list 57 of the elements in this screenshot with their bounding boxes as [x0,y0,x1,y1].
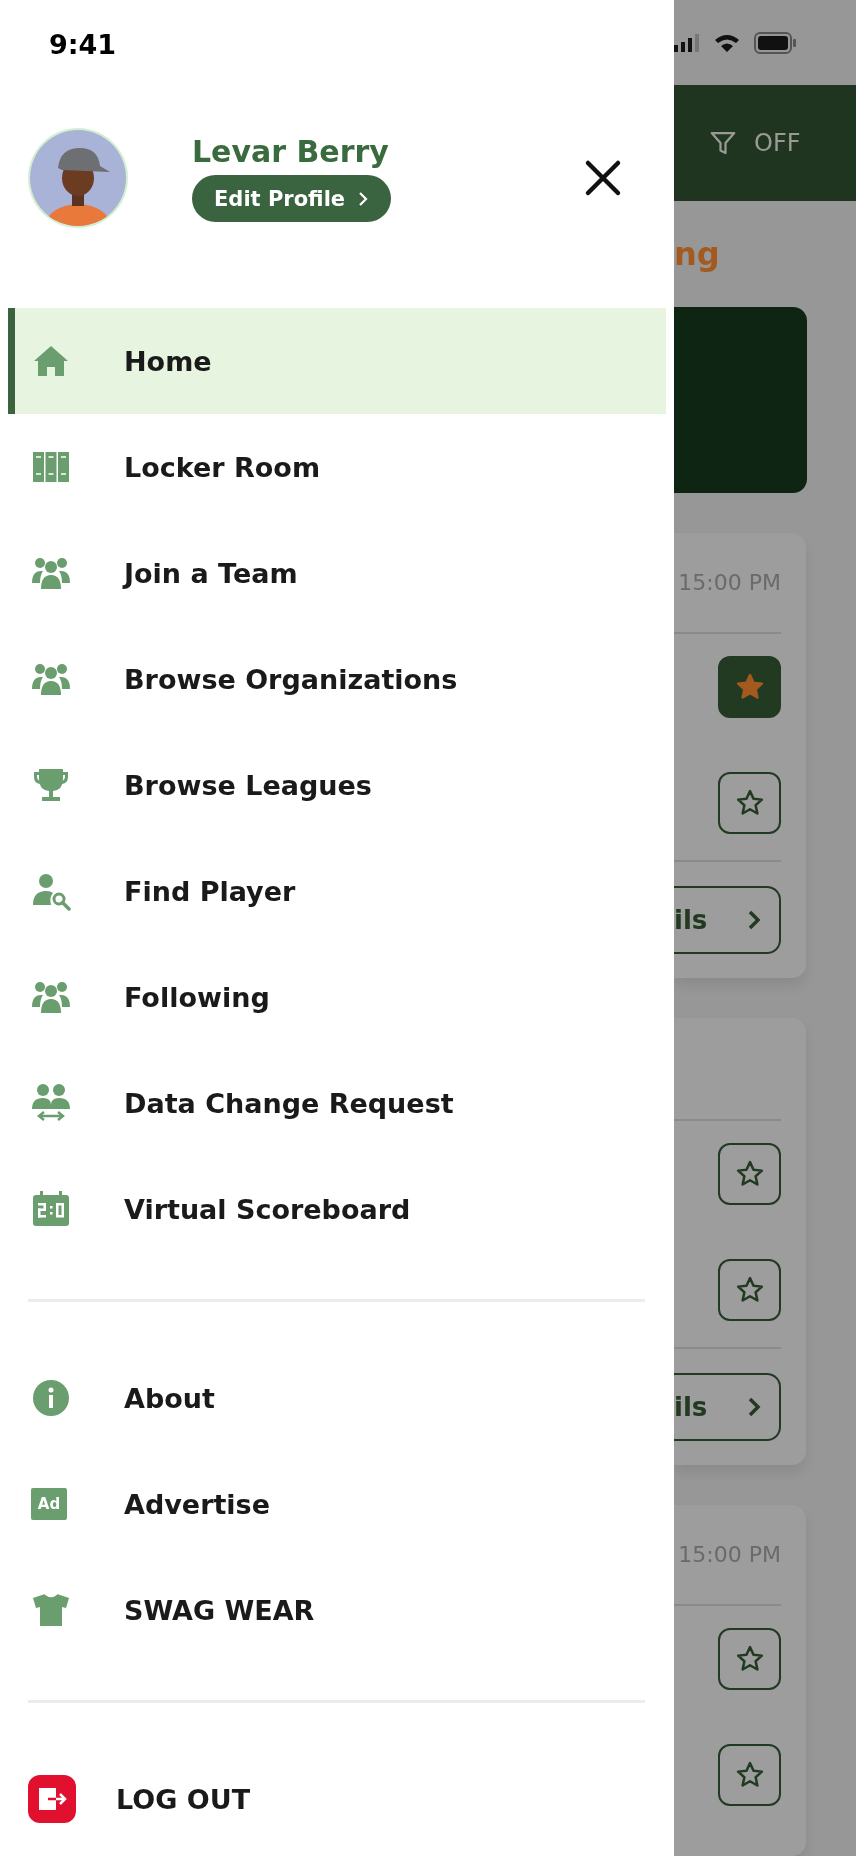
menu-item[interactable]: Ad Advertise [8,1451,666,1557]
menu-item[interactable]: Data Change Request [8,1050,666,1156]
menu-item-label: Home [124,345,212,377]
menu-item[interactable]: Join a Team [8,520,666,626]
menu-item[interactable]: Home [8,308,666,414]
section-title: ng [674,234,721,276]
logout-icon [28,1775,76,1823]
menu-item[interactable]: About [8,1345,666,1451]
logout-button[interactable]: LOG OUT [0,1746,674,1852]
menu-item-label: Advertise [124,1488,270,1520]
menu-item-label: Data Change Request [124,1087,454,1119]
favorite-button[interactable] [718,1143,781,1205]
menu-item[interactable]: Virtual Scoreboard [8,1156,666,1262]
battery-icon [754,31,796,54]
menu-item-label: Browse Organizations [124,663,458,695]
favorite-button[interactable] [718,1628,781,1690]
ad-icon: Ad [31,1488,67,1520]
star-icon [734,1275,765,1305]
filter-label: OFF [754,129,801,158]
favorite-button[interactable] [718,1744,781,1806]
star-icon [734,1644,765,1674]
info-icon [31,1378,71,1418]
menu-item-label: Locker Room [124,451,321,483]
star-icon [734,788,765,818]
chevron-right-icon [747,909,761,931]
menu-item[interactable]: SWAG WEAR [8,1557,666,1663]
menu-item-label: SWAG WEAR [124,1594,315,1626]
menu-item[interactable]: Find Player [8,838,666,944]
people-swap-icon [31,1083,71,1123]
edit-profile-button[interactable]: Edit Profile [192,175,392,222]
favorite-button[interactable] [718,772,781,834]
star-icon [734,672,765,702]
wifi-icon [714,32,740,53]
chevron-right-icon [357,189,370,208]
scoreboard-icon [31,1189,71,1229]
profile-name: Levar Berry [192,134,389,169]
signal-icon [674,33,700,52]
chevron-right-icon [747,1396,761,1418]
status-time: 9:41 [49,28,117,60]
menu-item-label: Browse Leagues [124,769,372,801]
menu-item[interactable]: Following [8,944,666,1050]
details-button[interactable]: ils [674,1373,781,1441]
star-icon [734,1159,765,1189]
menu-item-label: Virtual Scoreboard [124,1193,411,1225]
favorite-button[interactable] [718,656,781,718]
logout-label: LOG OUT [116,1783,251,1815]
menu-item-label: Join a Team [124,557,298,589]
menu-item[interactable]: Locker Room [8,414,666,520]
details-button[interactable]: ils [674,886,781,954]
favorite-button[interactable] [718,1259,781,1321]
menu-item[interactable]: Browse Leagues [8,732,666,838]
menu-item-label: Find Player [124,875,296,907]
star-icon [734,1760,765,1790]
menu-item[interactable]: Browse Organizations [8,626,666,732]
menu-item-label: About [124,1382,215,1414]
user-search-icon [31,871,71,911]
menu-item-label: Following [124,981,270,1013]
